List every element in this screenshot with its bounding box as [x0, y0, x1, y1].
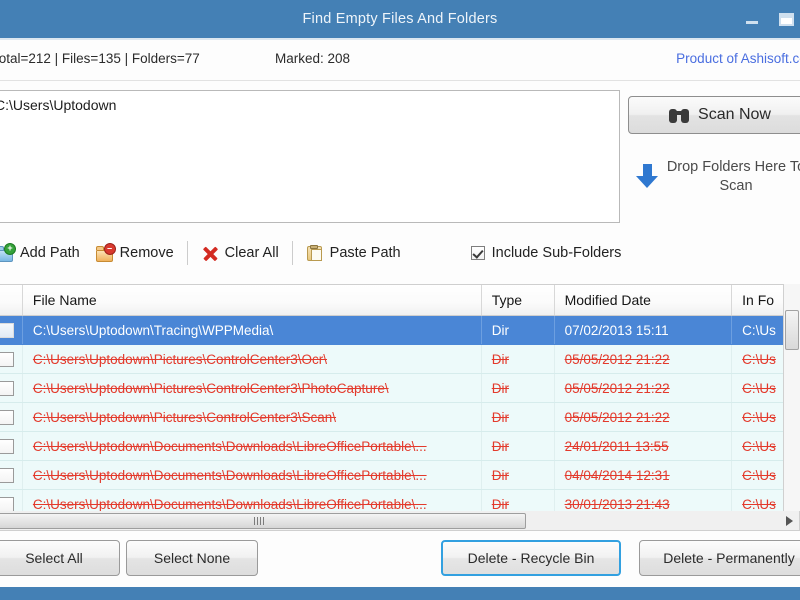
- cell-modified-date: 05/05/2012 21:22: [555, 345, 733, 373]
- grid-header-row: File Name Type Modified Date In Fo: [0, 285, 799, 316]
- minimize-icon: [746, 21, 758, 24]
- cell-type: Dir: [482, 432, 555, 460]
- cell-modified-date: 05/05/2012 21:22: [555, 403, 733, 431]
- cell-file-name: C:\Users\Uptodown\Pictures\ControlCenter…: [23, 403, 482, 431]
- table-row[interactable]: C:\Users\Uptodown\Documents\Downloads\Li…: [0, 461, 799, 490]
- table-row[interactable]: C:\Users\Uptodown\Tracing\WPPMedia\ Dir …: [0, 316, 799, 345]
- path-entry: C:\Users\Uptodown: [0, 97, 116, 113]
- scan-now-button[interactable]: Scan Now: [628, 96, 800, 134]
- scroll-right-arrow-icon[interactable]: [786, 516, 793, 526]
- row-checkbox-cell[interactable]: [0, 374, 23, 402]
- scan-now-label: Scan Now: [698, 106, 771, 124]
- cell-modified-date: 04/04/2014 12:31: [555, 461, 733, 489]
- cell-type: Dir: [482, 461, 555, 489]
- table-row[interactable]: C:\Users\Uptodown\Pictures\ControlCenter…: [0, 345, 799, 374]
- totals-label: Total=212 | Files=135 | Folders=77: [0, 51, 200, 66]
- row-checkbox-cell[interactable]: [0, 403, 23, 431]
- cell-modified-date: 07/02/2013 15:11: [555, 316, 733, 344]
- remove-label: Remove: [120, 245, 174, 261]
- infobar-divider: [0, 80, 800, 81]
- column-header-type[interactable]: Type: [482, 285, 555, 315]
- checkbox-icon: [0, 497, 14, 512]
- cell-modified-date: 05/05/2012 21:22: [555, 374, 733, 402]
- product-link[interactable]: Product of Ashisoft.com: [676, 51, 800, 66]
- paste-path-label: Paste Path: [330, 245, 401, 261]
- drop-folders-zone[interactable]: Drop Folders Here To Scan: [636, 158, 800, 196]
- row-checkbox-cell[interactable]: [0, 461, 23, 489]
- checkbox-icon: [0, 323, 14, 338]
- grid-horizontal-scrollbar[interactable]: [0, 511, 800, 531]
- checkbox-icon: [0, 439, 14, 454]
- folder-remove-icon: –: [96, 245, 114, 262]
- cell-modified-date: 24/01/2011 13:55: [555, 432, 733, 460]
- checkbox-icon: [0, 468, 14, 483]
- grid-rows: C:\Users\Uptodown\Tracing\WPPMedia\ Dir …: [0, 316, 799, 519]
- row-checkbox-cell[interactable]: [0, 432, 23, 460]
- red-x-icon: [201, 245, 219, 262]
- grid-vertical-scrollbar[interactable]: [783, 284, 800, 511]
- info-bar: Total=212 | Files=135 | Folders=77 Marke…: [0, 40, 800, 80]
- bottom-button-bar: Select All Select None Delete - Recycle …: [0, 540, 800, 582]
- cell-type: Dir: [482, 316, 555, 344]
- marked-count-label: Marked: 208: [275, 51, 350, 66]
- table-row[interactable]: C:\Users\Uptodown\Pictures\ControlCenter…: [0, 374, 799, 403]
- checkbox-icon: [0, 381, 14, 396]
- add-path-button[interactable]: + Add Path: [0, 243, 88, 264]
- title-bar: Find Empty Files And Folders: [0, 0, 800, 38]
- row-checkbox-cell[interactable]: [0, 345, 23, 373]
- horizontal-scroll-thumb[interactable]: [0, 513, 526, 529]
- select-none-button[interactable]: Select None: [126, 540, 258, 576]
- action-toolbar: + Add Path – Remove Clear All Paste Path: [0, 235, 800, 271]
- maximize-icon: [779, 13, 794, 26]
- checkbox-icon: [0, 410, 14, 425]
- delete-permanently-button[interactable]: Delete - Permanently: [639, 540, 800, 576]
- cell-file-name: C:\Users\Uptodown\Documents\Downloads\Li…: [23, 432, 482, 460]
- cell-file-name: C:\Users\Uptodown\Pictures\ControlCenter…: [23, 345, 482, 373]
- table-row[interactable]: C:\Users\Uptodown\Documents\Downloads\Li…: [0, 432, 799, 461]
- folder-add-icon: +: [0, 245, 14, 262]
- vertical-scroll-thumb[interactable]: [785, 310, 799, 350]
- maximize-button[interactable]: [776, 9, 796, 29]
- window-controls: [742, 0, 800, 38]
- remove-button[interactable]: – Remove: [88, 243, 182, 264]
- cell-file-name: C:\Users\Uptodown\Tracing\WPPMedia\: [23, 316, 482, 344]
- window-title: Find Empty Files And Folders: [303, 11, 498, 27]
- clipboard-icon: [306, 245, 324, 262]
- table-row[interactable]: C:\Users\Uptodown\Pictures\ControlCenter…: [0, 403, 799, 432]
- drop-folders-label: Drop Folders Here To Scan: [666, 158, 800, 196]
- toolbar-divider-2: [292, 241, 293, 265]
- delete-recycle-bin-button[interactable]: Delete - Recycle Bin: [441, 540, 621, 576]
- down-arrow-icon: [636, 164, 658, 192]
- cell-type: Dir: [482, 345, 555, 373]
- column-header-file-name[interactable]: File Name: [23, 285, 482, 315]
- clear-all-button[interactable]: Clear All: [193, 243, 287, 264]
- add-path-label: Add Path: [20, 245, 80, 261]
- include-subfolders-label: Include Sub-Folders: [492, 245, 622, 261]
- paste-path-button[interactable]: Paste Path: [298, 243, 409, 264]
- cell-type: Dir: [482, 374, 555, 402]
- results-grid: File Name Type Modified Date In Fo C:\Us…: [0, 284, 800, 523]
- include-subfolders-checkbox[interactable]: Include Sub-Folders: [471, 245, 622, 261]
- cell-file-name: C:\Users\Uptodown\Pictures\ControlCenter…: [23, 374, 482, 402]
- minimize-button[interactable]: [742, 9, 762, 29]
- column-header-checkbox[interactable]: [0, 285, 23, 315]
- toolbar-divider-1: [187, 241, 188, 265]
- row-checkbox-cell[interactable]: [0, 316, 23, 344]
- path-list-box[interactable]: C:\Users\Uptodown: [0, 90, 620, 223]
- checkbox-icon: [0, 352, 14, 367]
- cell-file-name: C:\Users\Uptodown\Documents\Downloads\Li…: [23, 461, 482, 489]
- status-bar: [0, 587, 800, 600]
- cell-type: Dir: [482, 403, 555, 431]
- select-all-button[interactable]: Select All: [0, 540, 120, 576]
- binoculars-icon: [669, 107, 689, 124]
- application-window: Find Empty Files And Folders Total=212 |…: [0, 0, 800, 600]
- checkbox-icon: [471, 246, 485, 260]
- clear-all-label: Clear All: [225, 245, 279, 261]
- column-header-modified-date[interactable]: Modified Date: [555, 285, 733, 315]
